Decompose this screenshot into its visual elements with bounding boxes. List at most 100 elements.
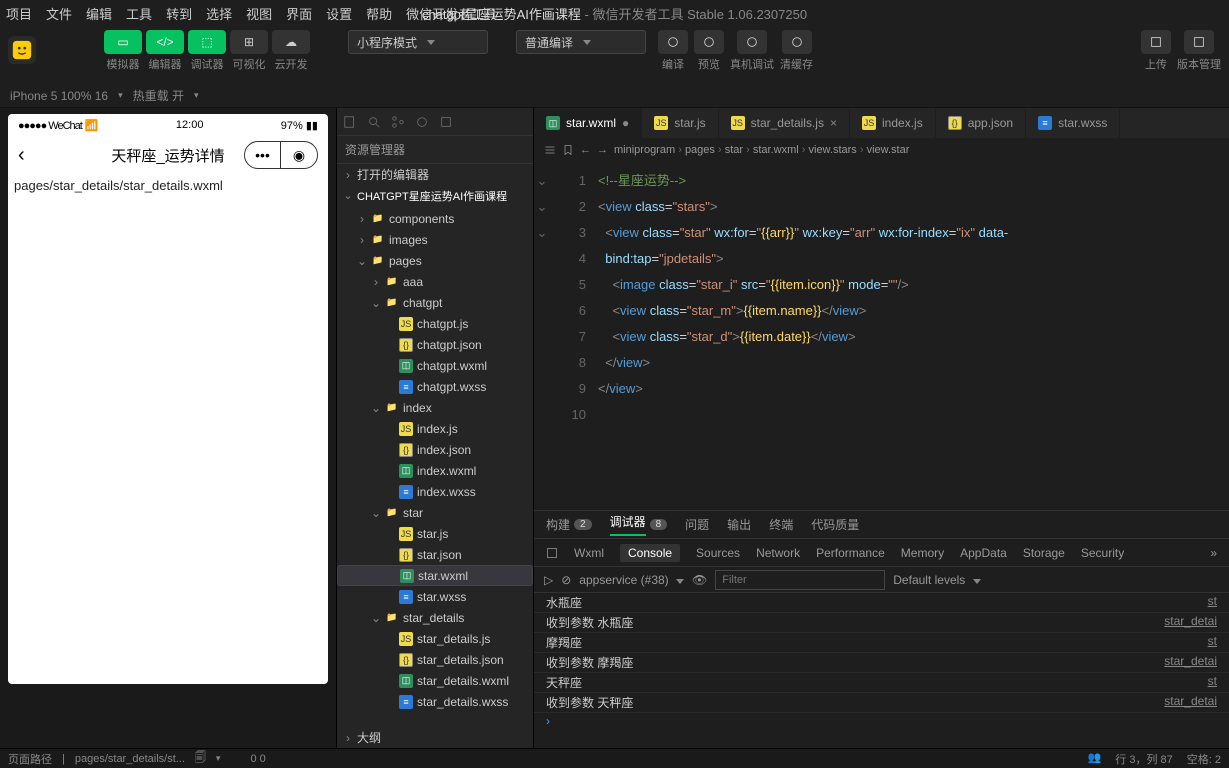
tree-star.wxss[interactable]: ≡star.wxss — [337, 586, 533, 607]
devtab-Memory[interactable]: Memory — [901, 546, 944, 560]
menu-帮助[interactable]: 帮助 — [366, 4, 392, 23]
devtab-Network[interactable]: Network — [756, 546, 800, 560]
devtab-Sources[interactable]: Sources — [696, 546, 740, 560]
compile-select[interactable]: 普通编译 — [516, 30, 646, 54]
version-button[interactable] — [1184, 30, 1214, 54]
menu-选择[interactable]: 选择 — [206, 4, 232, 23]
tree-pages[interactable]: ⌄📁pages — [337, 250, 533, 271]
crumb-view.stars[interactable]: view.stars — [809, 144, 857, 156]
tree-star_details.js[interactable]: JSstar_details.js — [337, 628, 533, 649]
panel-tab-调试器[interactable]: 调试器8 — [610, 513, 668, 536]
panel-tab-终端[interactable]: 终端 — [769, 516, 793, 533]
close-icon[interactable]: × — [830, 116, 837, 130]
nav-forward[interactable]: → — [597, 144, 608, 156]
tab-star_details.js[interactable]: JSstar_details.js× — [719, 108, 850, 138]
tree-chatgpt.js[interactable]: JSchatgpt.js — [337, 313, 533, 334]
panel-tab-输出[interactable]: 输出 — [727, 516, 751, 533]
crumb-view.star[interactable]: view.star — [867, 144, 910, 156]
hot-reload-toggle[interactable]: 热重载 开 — [133, 87, 184, 104]
devtab-Performance[interactable]: Performance — [816, 546, 885, 560]
log-source[interactable]: st — [1208, 634, 1217, 651]
inspect-icon[interactable] — [546, 547, 558, 559]
panel-tab-构建[interactable]: 构建2 — [546, 516, 592, 533]
indent-setting[interactable]: 空格: 2 — [1187, 751, 1221, 767]
crumb-star.wxml[interactable]: star.wxml — [753, 144, 799, 156]
simulator-button[interactable]: ▭ — [104, 30, 142, 54]
log-source[interactable]: st — [1208, 674, 1217, 691]
compile-button[interactable] — [658, 30, 688, 54]
crumb-star[interactable]: star — [725, 144, 743, 156]
devtab-Storage[interactable]: Storage — [1023, 546, 1065, 560]
tree-index.wxss[interactable]: ≡index.wxss — [337, 481, 533, 502]
log-source[interactable]: star_detai — [1164, 614, 1217, 631]
devtab-Console[interactable]: Console — [620, 544, 680, 562]
tab-star.wxml[interactable]: ◫star.wxml● — [534, 108, 642, 138]
devtab-Wxml[interactable]: Wxml — [574, 546, 604, 560]
tree-star.js[interactable]: JSstar.js — [337, 523, 533, 544]
tree-index.wxml[interactable]: ◫index.wxml — [337, 460, 533, 481]
menu-工具[interactable]: 工具 — [126, 4, 152, 23]
tab-app.json[interactable]: {}app.json — [936, 108, 1026, 138]
friends-icon[interactable]: 👥 — [1088, 751, 1102, 767]
tree-index.js[interactable]: JSindex.js — [337, 418, 533, 439]
menu-设置[interactable]: 设置 — [326, 4, 352, 23]
tree-index.json[interactable]: {}index.json — [337, 439, 533, 460]
branch-icon[interactable] — [391, 115, 405, 129]
tree-index[interactable]: ⌄📁index — [337, 397, 533, 418]
cursor-position[interactable]: 行 3，列 87 — [1115, 751, 1172, 767]
context-select[interactable]: appservice (#38) — [579, 573, 684, 587]
debug-icon[interactable] — [415, 115, 429, 129]
outline-section[interactable]: ›大纲 — [337, 727, 533, 748]
menu-界面[interactable]: 界面 — [286, 4, 312, 23]
tree-aaa[interactable]: ›📁aaa — [337, 271, 533, 292]
devtab-Security[interactable]: Security — [1081, 546, 1124, 560]
bookmark-icon[interactable] — [562, 144, 574, 156]
levels-select[interactable]: Default levels — [893, 573, 980, 587]
crumb-miniprogram[interactable]: miniprogram — [614, 144, 675, 156]
tree-star_details.json[interactable]: {}star_details.json — [337, 649, 533, 670]
log-source[interactable]: star_detai — [1164, 654, 1217, 671]
avatar[interactable] — [8, 36, 36, 64]
menu-项目[interactable]: 项目 — [6, 4, 32, 23]
search-icon[interactable] — [367, 115, 381, 129]
menu-转到[interactable]: 转到 — [166, 4, 192, 23]
menu-文件[interactable]: 文件 — [46, 4, 72, 23]
visual-button[interactable]: ⊞ — [230, 30, 268, 54]
code-editor[interactable]: ⌄⌄⌄ 12345678910 <!--星座运势--><view class="… — [534, 162, 1229, 510]
mode-select[interactable]: 小程序模式 — [348, 30, 488, 54]
copy-icon[interactable]: 🗐 — [195, 749, 206, 768]
debugger-button[interactable]: ⬚ — [188, 30, 226, 54]
cloud-button[interactable]: ☁ — [272, 30, 310, 54]
preview-button[interactable] — [694, 30, 724, 54]
filter-input[interactable] — [715, 570, 885, 590]
tree-star_details[interactable]: ⌄📁star_details — [337, 607, 533, 628]
tree-chatgpt.wxml[interactable]: ◫chatgpt.wxml — [337, 355, 533, 376]
tree-star[interactable]: ⌄📁star — [337, 502, 533, 523]
cache-button[interactable] — [782, 30, 812, 54]
tab-index.js[interactable]: JSindex.js — [850, 108, 936, 138]
current-path[interactable]: pages/star_details/st... — [75, 753, 185, 765]
nav-back[interactable]: ← — [580, 144, 591, 156]
tab-star.js[interactable]: JSstar.js — [642, 108, 718, 138]
editor-button[interactable]: </> — [146, 30, 184, 54]
panel-tab-问题[interactable]: 问题 — [685, 516, 709, 533]
tab-star.wxss[interactable]: ≡star.wxss — [1026, 108, 1120, 138]
tree-star.json[interactable]: {}star.json — [337, 544, 533, 565]
play-icon[interactable]: ▷ — [544, 573, 553, 587]
tree-star.wxml[interactable]: ◫star.wxml — [337, 565, 533, 586]
crumb-pages[interactable]: pages — [685, 144, 715, 156]
eye-icon[interactable]: 👁 — [692, 573, 707, 587]
back-button[interactable]: ‹ — [18, 144, 25, 167]
remote-button[interactable] — [737, 30, 767, 54]
tree-chatgpt.json[interactable]: {}chatgpt.json — [337, 334, 533, 355]
open-editors-section[interactable]: ›打开的编辑器 — [337, 164, 533, 185]
project-root[interactable]: ⌄CHATGPT星座运势AI作画课程 — [337, 185, 533, 206]
menu-视图[interactable]: 视图 — [246, 4, 272, 23]
panel-tab-代码质量[interactable]: 代码质量 — [811, 516, 859, 533]
device-select[interactable]: iPhone 5 100% 16 — [10, 89, 108, 103]
tree-images[interactable]: ›📁images — [337, 229, 533, 250]
tree-star_details.wxss[interactable]: ≡star_details.wxss — [337, 691, 533, 712]
capsule-menu-button[interactable]: ••• — [245, 142, 281, 168]
list-icon[interactable] — [544, 144, 556, 156]
more-icon[interactable]: » — [1210, 546, 1217, 560]
